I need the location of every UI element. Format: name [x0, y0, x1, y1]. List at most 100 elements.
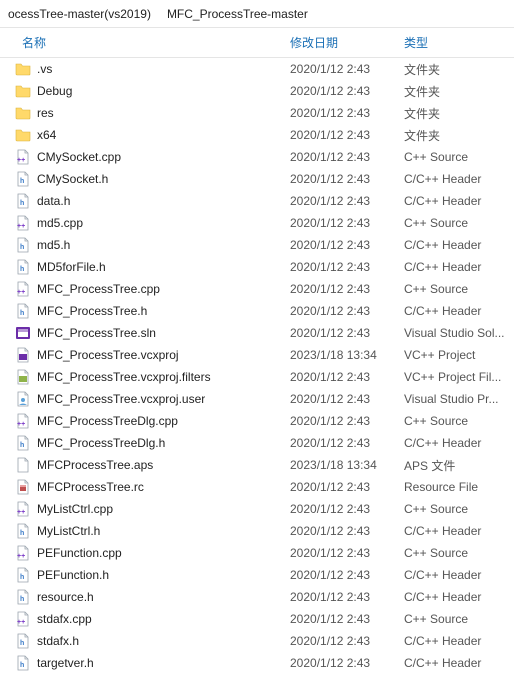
file-name-cell: res: [15, 105, 290, 121]
file-name: MyListCtrl.h: [37, 524, 100, 538]
file-row[interactable]: MFC_ProcessTree.vcxproj2023/1/18 13:34VC…: [0, 344, 514, 366]
file-row[interactable]: targetver.h2020/1/12 2:43C/C++ Header: [0, 652, 514, 673]
file-date: 2020/1/12 2:43: [290, 150, 394, 164]
file-name-cell: PEFunction.h: [15, 567, 290, 583]
file-name-cell: PEFunction.cpp: [15, 545, 290, 561]
file-date: 2020/1/12 2:43: [290, 480, 394, 494]
file-name: md5.cpp: [37, 216, 83, 230]
file-name: CMySocket.h: [37, 172, 108, 186]
file-date: 2020/1/12 2:43: [290, 392, 394, 406]
file-row[interactable]: res2020/1/12 2:43文件夹: [0, 102, 514, 124]
cpp-icon: [15, 501, 31, 517]
file-row[interactable]: MyListCtrl.cpp 2020/1/12 2:43C++ Source: [0, 498, 514, 520]
file-type: C/C++ Header: [394, 656, 514, 670]
file-date: 2023/1/18 13:34: [290, 348, 394, 362]
file-date: 2020/1/12 2:43: [290, 546, 394, 560]
file-date: 2020/1/12 2:43: [290, 502, 394, 516]
file-date: 2020/1/12 2:43: [290, 128, 394, 142]
file-row[interactable]: Debug2020/1/12 2:43文件夹: [0, 80, 514, 102]
file-row[interactable]: .vs2020/1/12 2:43文件夹: [0, 58, 514, 80]
file-date: 2020/1/12 2:43: [290, 194, 394, 208]
file-date: 2020/1/12 2:43: [290, 216, 394, 230]
file-row[interactable]: MFC_ProcessTree.cpp2020/1/12 2:43C++ Sou…: [0, 278, 514, 300]
file-name: MFCProcessTree.rc: [37, 480, 144, 494]
file-row[interactable]: PEFunction.h2020/1/12 2:43C/C++ Header: [0, 564, 514, 586]
h-icon: [15, 633, 31, 649]
file-name-cell: MyListCtrl.cpp: [15, 501, 290, 517]
file-name: MFCProcessTree.aps: [37, 458, 153, 472]
file-type: C++ Source: [394, 612, 514, 626]
h-icon: [15, 193, 31, 209]
file-row[interactable]: MFC_ProcessTreeDlg.cpp2020/1/12 2:43C++ …: [0, 410, 514, 432]
file-row[interactable]: md5.cpp2020/1/12 2:43C++ Source: [0, 212, 514, 234]
file-name-cell: md5.cpp: [15, 215, 290, 231]
file-name: MFC_ProcessTree.vcxproj.user: [37, 392, 205, 406]
file-name-cell: MFC_ProcessTreeDlg.cpp: [15, 413, 290, 429]
h-icon: [15, 259, 31, 275]
folder-icon: [15, 127, 31, 143]
file-name-cell: stdafx.cpp: [15, 611, 290, 627]
file-row[interactable]: data.h2020/1/12 2:43C/C++ Header: [0, 190, 514, 212]
file-type: 文件夹: [394, 61, 514, 78]
file-type: C/C++ Header: [394, 436, 514, 450]
file-name: res: [37, 106, 54, 120]
folder-icon: [15, 61, 31, 77]
file-date: 2020/1/12 2:43: [290, 612, 394, 626]
cpp-icon: [15, 149, 31, 165]
breadcrumb-segment[interactable]: ocessTree-master(vs2019): [4, 5, 155, 23]
breadcrumb[interactable]: ocessTree-master(vs2019) MFC_ProcessTree…: [0, 0, 514, 28]
file-row[interactable]: MFC_ProcessTree.vcxproj.filters2020/1/12…: [0, 366, 514, 388]
file-name-cell: MFC_ProcessTree.sln: [15, 325, 290, 341]
h-icon: [15, 171, 31, 187]
file-type: Visual Studio Sol...: [394, 326, 514, 340]
file-date: 2020/1/12 2:43: [290, 172, 394, 186]
column-header-type[interactable]: 类型: [394, 34, 514, 51]
file-type: Visual Studio Pr...: [394, 392, 514, 406]
file-row[interactable]: CMySocket.cpp2020/1/12 2:43C++ Source: [0, 146, 514, 168]
file-row[interactable]: CMySocket.h2020/1/12 2:43C/C++ Header: [0, 168, 514, 190]
column-header-name[interactable]: 名称: [0, 34, 290, 51]
file-row[interactable]: MFCProcessTree.rc 2020/1/12 2:43Resource …: [0, 476, 514, 498]
file-name-cell: MD5forFile.h: [15, 259, 290, 275]
file-date: 2020/1/12 2:43: [290, 436, 394, 450]
file-name: MFC_ProcessTree.vcxproj.filters: [37, 370, 211, 384]
file-name-cell: MFC_ProcessTreeDlg.h: [15, 435, 290, 451]
file-type: VC++ Project Fil...: [394, 370, 514, 384]
cpp-icon: [15, 413, 31, 429]
file-type: C++ Source: [394, 502, 514, 516]
rc-icon: [15, 479, 31, 495]
file-name: MFC_ProcessTree.vcxproj: [37, 348, 179, 362]
file-row[interactable]: PEFunction.cpp2020/1/12 2:43C++ Source: [0, 542, 514, 564]
folder-icon: [15, 83, 31, 99]
file-row[interactable]: MD5forFile.h2020/1/12 2:43C/C++ Header: [0, 256, 514, 278]
file-type: C/C++ Header: [394, 590, 514, 604]
file-name: MFC_ProcessTreeDlg.cpp: [37, 414, 178, 428]
file-name: data.h: [37, 194, 70, 208]
file-row[interactable]: md5.h2020/1/12 2:43C/C++ Header: [0, 234, 514, 256]
column-header-date[interactable]: 修改日期: [290, 34, 394, 51]
file-type: 文件夹: [394, 127, 514, 144]
file-row[interactable]: MFC_ProcessTreeDlg.h2020/1/12 2:43C/C++ …: [0, 432, 514, 454]
file-row[interactable]: stdafx.h2020/1/12 2:43C/C++ Header: [0, 630, 514, 652]
file-row[interactable]: resource.h2020/1/12 2:43C/C++ Header: [0, 586, 514, 608]
file-name: MFC_ProcessTree.sln: [37, 326, 156, 340]
file-name: MyListCtrl.cpp: [37, 502, 113, 516]
file-row[interactable]: MFC_ProcessTree.vcxproj.user 2020/1/12 2:…: [0, 388, 514, 410]
file-type: 文件夹: [394, 83, 514, 100]
file-type: C/C++ Header: [394, 634, 514, 648]
file-date: 2020/1/12 2:43: [290, 304, 394, 318]
file-row[interactable]: MFC_ProcessTree.sln2020/1/12 2:43Visual …: [0, 322, 514, 344]
file-row[interactable]: x642020/1/12 2:43文件夹: [0, 124, 514, 146]
file-row[interactable]: MyListCtrl.h2020/1/12 2:43C/C++ Header: [0, 520, 514, 542]
file-name-cell: .vs: [15, 61, 290, 77]
file-type: Resource File: [394, 480, 514, 494]
file-name-cell: CMySocket.h: [15, 171, 290, 187]
file-row[interactable]: MFC_ProcessTree.h2020/1/12 2:43C/C++ Hea…: [0, 300, 514, 322]
file-row[interactable]: stdafx.cpp2020/1/12 2:43C++ Source: [0, 608, 514, 630]
file-name: PEFunction.h: [37, 568, 109, 582]
breadcrumb-segment[interactable]: MFC_ProcessTree-master: [163, 5, 312, 23]
file-type: C/C++ Header: [394, 260, 514, 274]
file-row[interactable]: MFCProcessTree.aps2023/1/18 13:34APS 文件: [0, 454, 514, 476]
file-date: 2020/1/12 2:43: [290, 590, 394, 604]
file-date: 2020/1/12 2:43: [290, 634, 394, 648]
